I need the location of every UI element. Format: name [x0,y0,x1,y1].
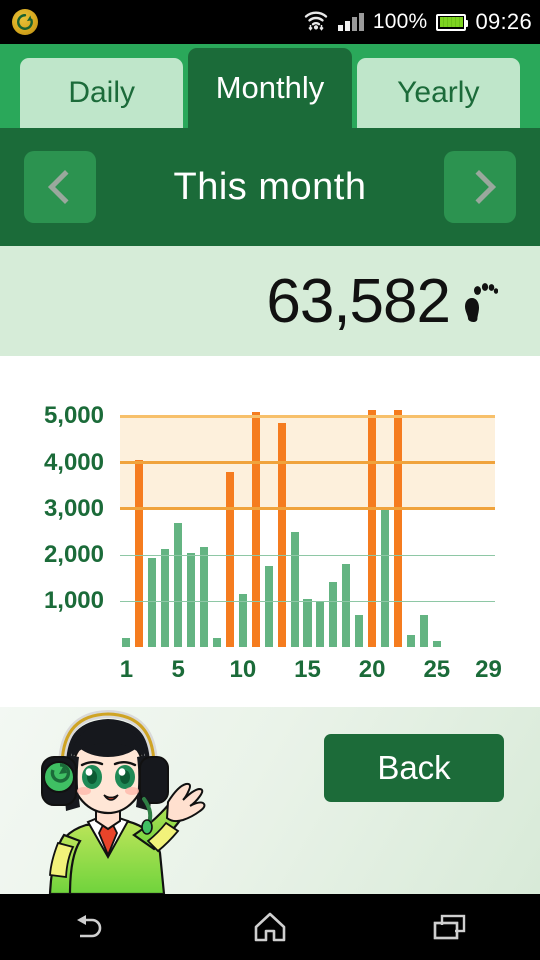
chart-bar [161,548,170,647]
chart-bar [212,637,221,647]
chart-bar [432,641,441,647]
recent-apps-icon[interactable] [426,905,474,949]
battery-full-icon [436,13,469,31]
chart-x-tick-label: 1 [119,656,134,683]
chart-x-tick-label: 15 [294,656,321,683]
steps-chart: 1,000 2,000 3,000 4,000 5,000 1 5 10 15 20 25 29 [0,356,540,707]
chart-bar [148,558,157,647]
chart-plot-area [120,398,495,647]
chart-bar [303,598,312,647]
tab-yearly[interactable]: Yearly [356,58,520,128]
tab-monthly[interactable]: Monthly [188,48,352,128]
chart-bar [368,409,377,647]
cellular-signal-icon [337,13,364,31]
chart-bar [406,635,415,647]
status-bar: 100% 09:26 [0,0,540,44]
previous-period-button[interactable] [24,151,96,223]
chart-y-tick-label: 2,000 [43,540,104,568]
back-button[interactable]: Back [324,734,504,802]
period-label: This month [173,165,367,208]
mascot-character-icon [8,707,223,894]
home-icon[interactable] [246,905,294,949]
chart-bar [264,566,273,647]
chart-bar [225,471,234,647]
chart-gridline [120,507,495,511]
next-period-button[interactable] [444,151,516,223]
chart-gridline [120,461,495,465]
chart-x-tick-label: 5 [171,656,185,683]
period-tabbar: Daily Monthly Yearly [0,44,540,128]
chart-y-axis: 1,000 2,000 3,000 4,000 5,000 [0,356,104,707]
wifi-icon [303,9,329,36]
chart-bar [342,564,351,647]
chart-bar [122,637,131,647]
chart-y-tick-label: 1,000 [43,586,104,614]
android-navigation-bar [0,894,540,960]
tab-daily[interactable]: Daily [20,58,184,128]
period-navigator: This month [0,128,540,246]
chart-y-tick-label: 3,000 [43,494,104,522]
step-total-value: 63,582 [266,266,451,336]
chart-gridline [120,600,495,602]
chart-x-axis: 1 5 10 15 20 25 29 [119,656,502,692]
chevron-right-icon [470,170,490,204]
chart-bar [200,547,209,647]
footer-panel: Back [0,707,540,894]
status-bar-indicators: 100% 09:26 [303,0,532,44]
app-logo-icon [12,9,38,35]
chart-bar [394,409,403,647]
chart-bar [419,614,428,647]
chart-bars [120,398,495,647]
chart-bar [135,460,144,647]
chart-y-tick-label: 5,000 [43,402,104,430]
chart-gridline [120,554,495,556]
app-root: 100% 09:26 Daily Monthly Yearly This mon… [0,0,540,960]
chart-y-tick-label: 4,000 [43,448,104,476]
footprint-icon [464,279,499,323]
chart-bar [251,411,260,647]
chart-bar [316,600,325,647]
chevron-left-icon [50,170,70,204]
chart-x-tick-label: 25 [423,656,451,683]
chart-bar [174,522,183,647]
chart-bar [277,423,286,647]
chart-bar [290,531,299,647]
chart-gridline [120,414,495,418]
chart-x-tick-label: 20 [358,656,386,683]
battery-percent-label: 100% [372,10,428,33]
chart-bar [355,614,364,647]
back-arrow-icon[interactable] [66,905,114,949]
chart-x-tick-label: 10 [229,656,257,683]
clock-label: 09:26 [475,9,532,34]
chart-bar [381,508,390,647]
chart-bar [238,593,247,647]
chart-bar [329,582,338,647]
step-total-panel: 63,582 [0,246,540,356]
chart-x-tick-label: 29 [475,656,502,683]
